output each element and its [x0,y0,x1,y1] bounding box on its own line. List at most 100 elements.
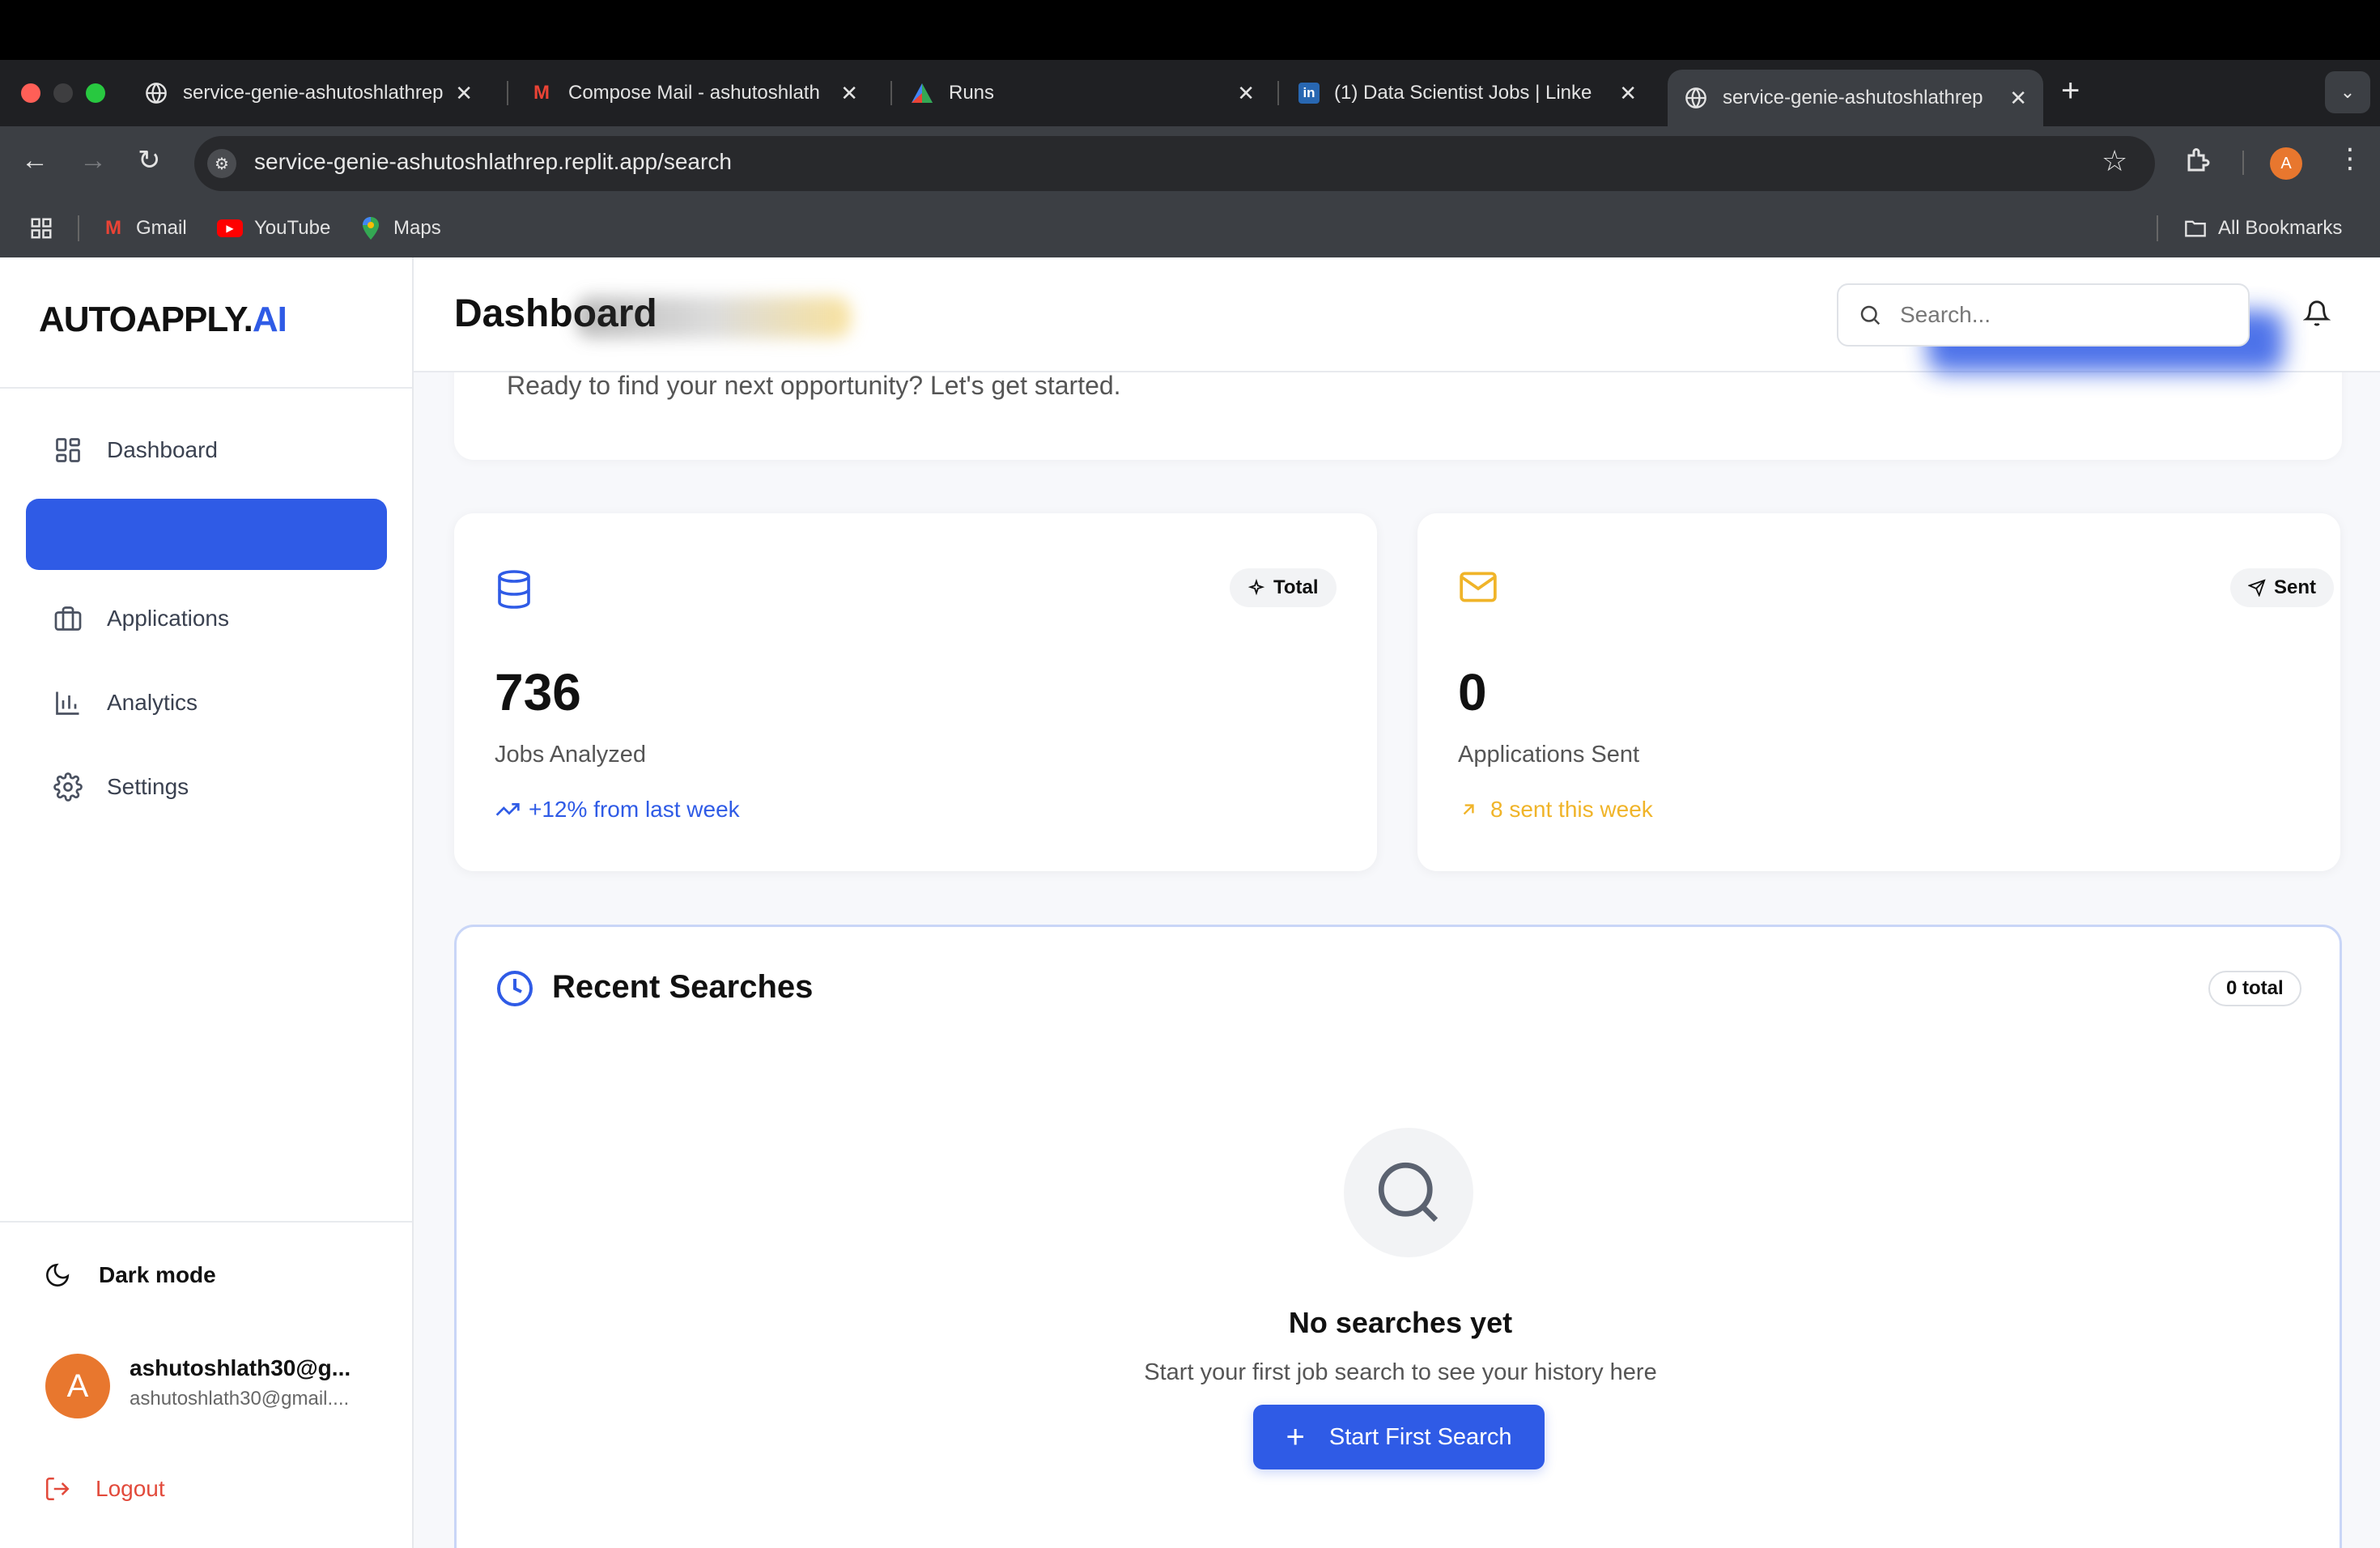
browser-tab[interactable]: Runs ✕ [894,68,1271,118]
screen-top-bar [0,0,2380,60]
sidebar-item-label: Settings [107,774,189,799]
tab-search-chevron-icon[interactable]: ⌄ [2325,71,2370,113]
close-tab-icon[interactable]: ✕ [455,81,473,106]
youtube-icon: ▶ [217,219,243,237]
logout-label: Logout [96,1476,165,1501]
toolbar-divider [2242,151,2244,175]
app-viewport: AUTOAPPLY.AI Dashboard Applications Anal… [0,257,2380,1548]
back-arrow-icon[interactable]: ← [21,144,49,176]
search-icon [1858,303,1882,327]
blurred-greeting [576,296,851,338]
bookmark-label: Maps [393,217,441,239]
main-content: Ready to find your next opportunity? Let… [414,257,2380,1548]
tab-title: service-genie-ashutoshlathrep [183,82,444,104]
stat-card-jobs-analyzed: Total 736 Jobs Analyzed +12% from last w… [454,513,1377,871]
trending-up-icon [495,797,521,823]
bookmark-maps[interactable]: Maps [359,214,441,243]
stat-card-applications-sent: Sent 0 Applications Sent 8 sent this wee… [1417,513,2340,871]
sidebar-item-analytics[interactable]: Analytics [26,667,387,738]
bookmarks-divider [78,215,79,241]
empty-state-title: No searches yet [1288,1306,1513,1339]
browser-profile-avatar[interactable]: A [2270,147,2302,180]
user-name: ashutoshlath30@g... [130,1355,351,1380]
recent-searches-title: Recent Searches [552,969,814,1005]
bookmark-label: All Bookmarks [2218,217,2343,239]
tab-title: Runs [949,82,995,104]
stat-pill-sent: Sent [2230,568,2335,607]
clock-icon [495,969,534,1012]
user-avatar[interactable]: A [45,1354,110,1418]
stat-trend-text: 8 sent this week [1490,797,1653,822]
apps-grid-icon[interactable] [29,214,53,243]
browser-tab[interactable]: M Compose Mail - ashutoshlath ✕ [513,68,874,118]
globe-icon [1684,86,1708,110]
stat-label: Applications Sent [1458,742,1640,768]
sidebar-divider [0,387,412,389]
start-first-search-button[interactable]: + Start First Search [1253,1405,1545,1469]
arrow-up-right-icon [1458,799,1479,820]
triangle-logo-icon [910,81,934,105]
stat-value: 0 [1458,663,1487,721]
sidebar-divider [0,1221,412,1223]
close-tab-icon[interactable]: ✕ [2009,86,2027,111]
minimize-window-button[interactable] [53,83,73,103]
search-input-wrapper[interactable] [1837,283,2250,347]
gmail-icon: M [105,217,121,239]
extensions-puzzle-icon[interactable] [2184,146,2213,181]
user-email: ashutoshlath30@gmail.... [130,1388,350,1410]
globe-icon [144,81,168,105]
stat-trend-text: +12% from last week [529,797,740,822]
stat-trend: +12% from last week [495,797,740,823]
browser-tab[interactable]: in (1) Data Scientist Jobs | Linke ✕ [1282,68,1653,118]
dark-mode-label: Dark mode [99,1262,216,1287]
close-window-button[interactable] [21,83,40,103]
brand-logo[interactable]: AUTOAPPLY.AI [39,300,287,340]
dark-mode-toggle[interactable]: Dark mode [44,1261,216,1289]
stat-pill-label: Sent [2274,576,2317,598]
url-text[interactable]: service-genie-ashutoshlathrep.replit.app… [254,149,732,175]
site-settings-icon[interactable]: ⚙ [207,149,236,178]
sidebar-item-label: Analytics [107,690,198,715]
all-bookmarks-button[interactable]: All Bookmarks [2184,214,2342,243]
empty-state-subtitle: Start your first job search to see your … [1144,1359,1657,1385]
bell-icon[interactable] [2302,300,2331,331]
close-tab-icon[interactable]: ✕ [840,81,858,106]
sidebar-item-dashboard[interactable]: Dashboard [26,415,387,486]
close-tab-icon[interactable]: ✕ [1619,81,1637,106]
maximize-window-button[interactable] [86,83,105,103]
dashboard-grid-icon [52,434,84,466]
empty-state-search-icon [1344,1128,1473,1257]
browser-tab-active[interactable]: service-genie-ashutoshlathrep ✕ [1668,70,2043,126]
recent-searches-count-badge: 0 total [2208,971,2301,1006]
new-tab-icon[interactable]: + [2061,74,2080,107]
logout-button[interactable]: Logout [44,1475,165,1503]
start-first-search-label: Start First Search [1328,1423,1512,1450]
bar-chart-icon [52,687,84,719]
sidebar-item-active[interactable] [26,499,387,570]
sidebar-item-settings[interactable]: Settings [26,751,387,823]
search-input[interactable] [1900,302,2224,328]
bookmarks-bar [0,201,2380,257]
folder-icon [2184,217,2207,240]
bookmark-youtube[interactable]: ▶ YouTube [217,214,330,243]
bookmark-label: Gmail [136,217,187,239]
sidebar: AUTOAPPLY.AI Dashboard Applications Anal… [0,257,414,1548]
gmail-icon: M [533,82,550,104]
bookmark-star-icon[interactable]: ☆ [2102,144,2127,178]
forward-arrow-icon[interactable]: → [79,144,107,176]
bookmarks-divider [2157,215,2158,241]
bookmark-gmail[interactable]: M Gmail [102,214,187,243]
plus-icon: + [1286,1419,1305,1455]
stat-label: Jobs Analyzed [495,742,647,768]
sidebar-item-applications[interactable]: Applications [26,583,387,654]
sidebar-item-label: Dashboard [107,437,218,462]
close-tab-icon[interactable]: ✕ [1237,81,1255,106]
briefcase-icon [52,602,84,635]
linkedin-icon: in [1298,83,1320,104]
database-icon [495,568,533,615]
browser-tab[interactable]: service-genie-ashutoshlathrep ✕ [128,68,489,118]
tab-divider [507,81,508,105]
reload-icon[interactable]: ↻ [138,144,161,176]
browser-menu-icon[interactable]: ⋮ [2336,142,2364,175]
sparkle-icon [1247,579,1265,597]
